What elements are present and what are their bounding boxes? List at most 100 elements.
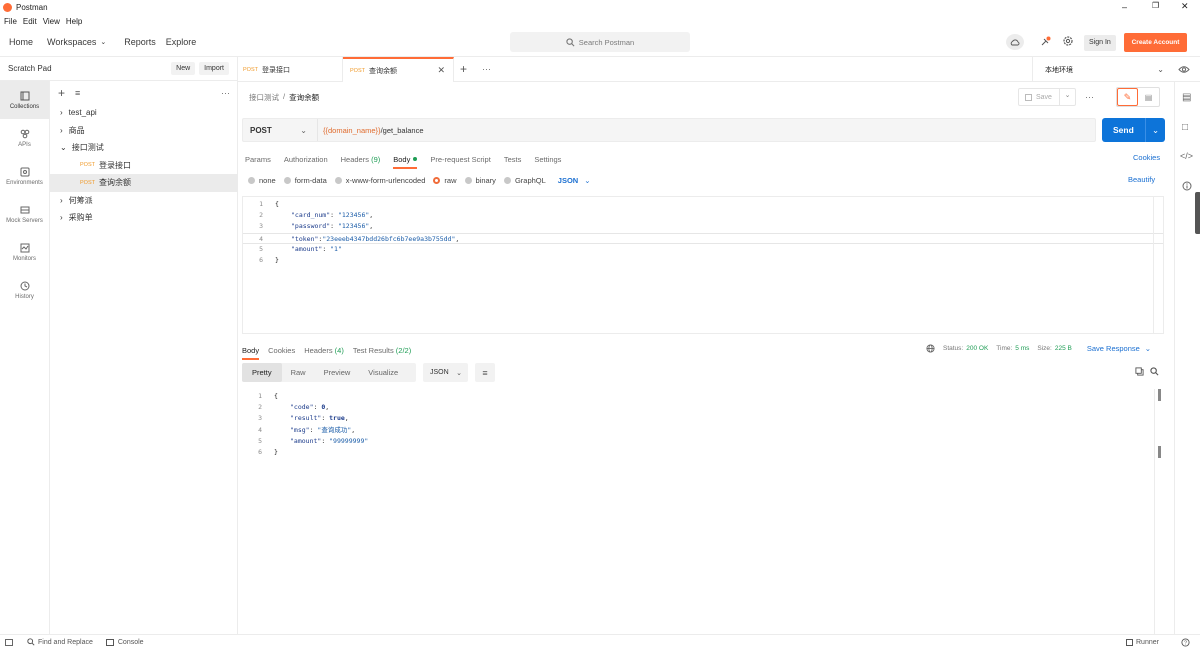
rail-monitors[interactable]: Monitors xyxy=(0,233,49,271)
save-response-button[interactable]: Save Response ⌄ xyxy=(1087,344,1151,353)
request-body-editor[interactable]: 1{2 "card_num": "123456", 3 "password": "12… xyxy=(242,196,1164,334)
menu-file[interactable]: File xyxy=(4,17,17,26)
response-scroll-thumb[interactable] xyxy=(1158,389,1161,401)
method-select[interactable]: POST ⌄ xyxy=(243,119,318,141)
runner-button[interactable]: Runner xyxy=(1126,638,1159,646)
minimize-button[interactable]: – xyxy=(1122,2,1127,12)
close-window-button[interactable]: ✕ xyxy=(1181,1,1189,12)
resp-tab-headers[interactable]: Headers (4) xyxy=(304,346,344,355)
doc-icon[interactable]: ▤ xyxy=(1138,88,1159,106)
more-actions-icon[interactable]: ⋯ xyxy=(1085,92,1094,103)
find-replace-button[interactable]: Find and Replace xyxy=(27,638,93,646)
edit-icon[interactable]: ✎ xyxy=(1117,88,1139,106)
settings-gear-icon[interactable] xyxy=(1062,35,1074,47)
radio-graphql[interactable]: GraphQL xyxy=(503,176,546,185)
radio-urlencoded[interactable]: x-www-form-urlencoded xyxy=(334,176,425,185)
save-dropdown-icon[interactable]: ⌄ xyxy=(1059,89,1075,105)
save-button[interactable]: Save ⌄ xyxy=(1018,88,1076,106)
view-preview[interactable]: Preview xyxy=(315,368,360,377)
more-tabs-icon[interactable]: ⋯ xyxy=(482,64,491,75)
tab-settings[interactable]: Settings xyxy=(534,155,561,164)
tree-item-goods[interactable]: › 商品 xyxy=(50,122,238,140)
url-input[interactable]: {{domain_name}}/get_balance xyxy=(318,126,424,135)
side-scroll-handle[interactable] xyxy=(1195,192,1200,234)
body-format-select[interactable]: JSON ⌄ xyxy=(558,176,591,185)
comments-icon[interactable]: □ xyxy=(1182,122,1188,133)
filter-icon[interactable]: ≡ xyxy=(75,88,80,98)
tree-item-iface-test[interactable]: ⌄ 接口测试 xyxy=(50,139,238,157)
response-scroll-thumb-2[interactable] xyxy=(1158,446,1161,458)
search-response-icon[interactable] xyxy=(1150,367,1159,376)
console-button[interactable]: Console xyxy=(105,638,144,646)
nav-workspaces[interactable]: Workspaces ⌄ xyxy=(47,37,106,47)
response-scrollbar[interactable] xyxy=(1154,389,1164,634)
globe-icon[interactable] xyxy=(926,344,935,353)
search-box[interactable]: Search Postman xyxy=(510,32,690,52)
response-body[interactable]: 1{2 "code": 0, 3 "result": true, 4 "msg": "查询… xyxy=(242,389,1164,634)
documentation-icon[interactable]: ▤ xyxy=(1182,92,1191,103)
help-icon[interactable]: ? xyxy=(1181,637,1190,647)
cloud-sync-icon[interactable] xyxy=(1006,34,1024,50)
import-button[interactable]: Import xyxy=(199,62,229,75)
resp-tab-body[interactable]: Body xyxy=(242,346,260,360)
rail-environments[interactable]: Environments xyxy=(0,157,49,195)
add-collection-icon[interactable]: + xyxy=(58,86,65,100)
headers-count: (9) xyxy=(371,154,381,164)
radio-raw[interactable]: raw xyxy=(433,176,457,185)
send-dropdown-icon[interactable]: ⌄ xyxy=(1145,118,1165,142)
copy-icon[interactable] xyxy=(1135,367,1144,376)
breadcrumb-parent[interactable]: 接口测试 xyxy=(249,92,279,103)
satellite-icon[interactable] xyxy=(1040,36,1051,47)
code-snippet-icon[interactable]: </> xyxy=(1180,151,1193,161)
tree-request-balance[interactable]: POST 查询余额 xyxy=(50,174,238,192)
more-options-icon[interactable]: ⋯ xyxy=(221,88,230,99)
tab-body[interactable]: Body xyxy=(393,155,418,169)
resp-tab-cookies[interactable]: Cookies xyxy=(268,346,295,355)
radio-binary[interactable]: binary xyxy=(464,176,496,185)
wrap-lines-icon[interactable]: ≡ xyxy=(475,363,495,382)
nav-explore[interactable]: Explore xyxy=(166,37,197,47)
editor-scrollbar[interactable] xyxy=(1153,197,1163,333)
tab-prerequest[interactable]: Pre-request Script xyxy=(430,155,490,164)
cookies-link[interactable]: Cookies xyxy=(1133,153,1160,162)
environment-select[interactable]: 本地环境 ⌄ xyxy=(1032,57,1172,82)
tab-tests[interactable]: Tests xyxy=(504,155,522,164)
info-icon[interactable] xyxy=(1182,181,1192,191)
tab-params[interactable]: Params xyxy=(245,155,271,164)
new-button[interactable]: New xyxy=(171,62,196,75)
beautify-link[interactable]: Beautify xyxy=(1128,175,1155,184)
nav-reports[interactable]: Reports xyxy=(124,37,156,47)
send-button[interactable]: Send ⌄ xyxy=(1102,118,1165,142)
maximize-button[interactable]: ❐ xyxy=(1152,1,1159,10)
sign-in-button[interactable]: Sign In xyxy=(1084,35,1116,51)
response-format-select[interactable]: JSON ⌄ xyxy=(423,363,468,382)
view-visualize[interactable]: Visualize xyxy=(359,368,407,377)
rail-mock-servers[interactable]: Mock Servers xyxy=(0,195,49,233)
rail-collections[interactable]: Collections xyxy=(0,81,49,119)
tab-authorization[interactable]: Authorization xyxy=(284,155,328,164)
json-value: "123456" xyxy=(337,211,370,220)
view-raw[interactable]: Raw xyxy=(282,368,315,377)
eye-icon[interactable] xyxy=(1178,65,1190,74)
menu-help[interactable]: Help xyxy=(66,17,82,26)
create-account-button[interactable]: Create Account xyxy=(1124,33,1187,52)
menu-edit[interactable]: Edit xyxy=(23,17,37,26)
radio-none[interactable]: none xyxy=(248,176,276,185)
tree-item-hetaopai[interactable]: › 何筹派 xyxy=(50,192,238,210)
nav-home[interactable]: Home xyxy=(9,37,33,47)
tab-headers[interactable]: Headers (9) xyxy=(341,155,381,164)
tree-request-login[interactable]: POST 登录接口 xyxy=(50,157,238,175)
tree-item-purchase[interactable]: › 采购单 xyxy=(50,209,238,227)
tab-login[interactable]: POST 登录接口 xyxy=(238,57,343,82)
menu-view[interactable]: View xyxy=(43,17,60,26)
resp-tab-test-results[interactable]: Test Results (2/2) xyxy=(353,346,411,355)
tree-item-test-api[interactable]: › test_api xyxy=(50,104,238,122)
rail-apis[interactable]: APIs xyxy=(0,119,49,157)
close-tab-icon[interactable]: ✕ xyxy=(437,65,445,76)
radio-form-data[interactable]: form-data xyxy=(283,176,327,185)
new-tab-icon[interactable]: + xyxy=(460,62,467,76)
rail-history[interactable]: History xyxy=(0,271,49,309)
view-pretty[interactable]: Pretty xyxy=(242,363,282,382)
tab-balance[interactable]: POST 查询余额 ✕ xyxy=(343,57,454,82)
toggle-sidebar-icon[interactable] xyxy=(5,638,13,646)
